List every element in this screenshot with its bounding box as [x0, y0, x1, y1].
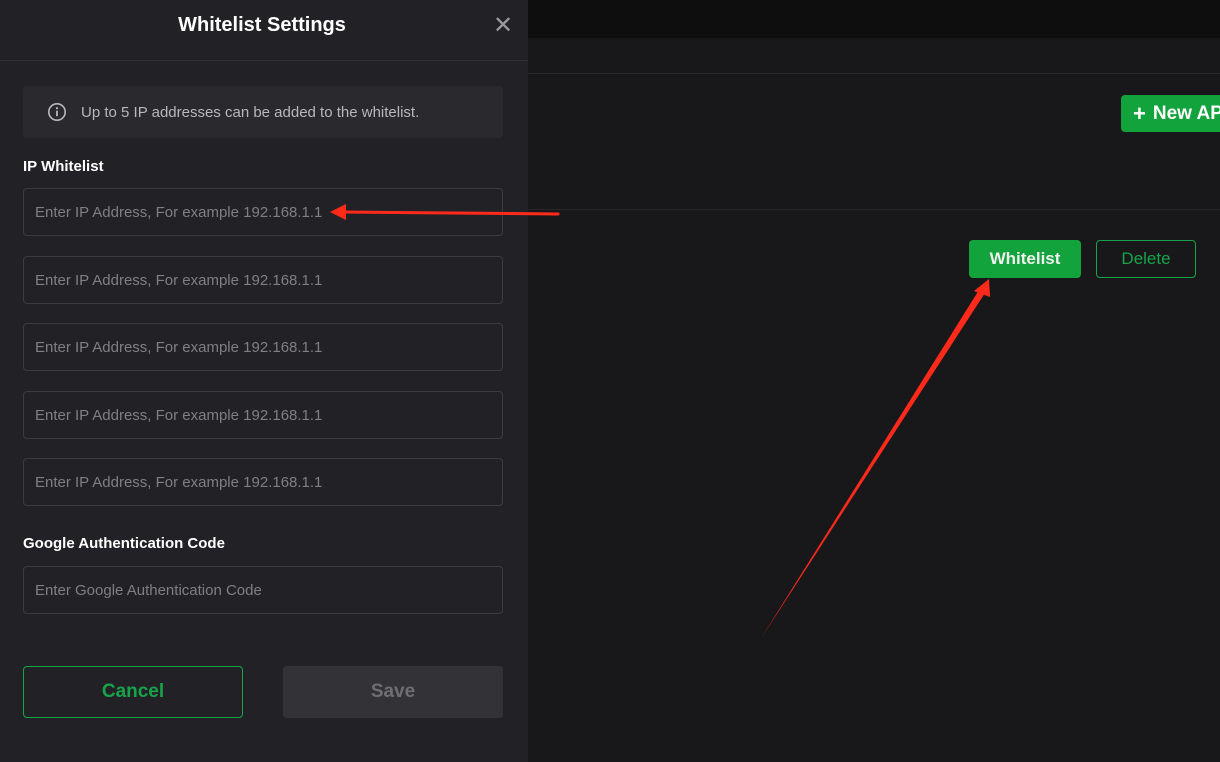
close-icon[interactable]: ✕	[492, 14, 514, 38]
divider	[528, 73, 1220, 74]
ip-address-input-5[interactable]	[23, 458, 503, 506]
divider	[528, 209, 1220, 210]
new-api-button[interactable]: + New API	[1121, 95, 1220, 132]
delete-button[interactable]: Delete	[1096, 240, 1196, 278]
save-button[interactable]: Save	[283, 666, 503, 718]
whitelist-button[interactable]: Whitelist	[969, 240, 1081, 278]
plus-icon: +	[1133, 100, 1146, 126]
ip-address-input-4[interactable]	[23, 391, 503, 439]
cancel-button[interactable]: Cancel	[23, 666, 243, 718]
modal-title: Whitelist Settings	[178, 14, 346, 36]
ip-address-input-1[interactable]	[23, 188, 503, 236]
whitelist-settings-modal: Whitelist Settings ✕ Up to 5 IP addresse…	[0, 0, 528, 762]
modal-header: Whitelist Settings ✕	[0, 0, 528, 61]
info-circle-icon	[48, 103, 66, 121]
ip-address-input-2[interactable]	[23, 256, 503, 304]
google-auth-code-input[interactable]	[23, 566, 503, 614]
ip-address-input-3[interactable]	[23, 323, 503, 371]
ip-whitelist-label: IP Whitelist	[23, 158, 104, 175]
google-auth-label: Google Authentication Code	[23, 535, 225, 552]
info-banner: Up to 5 IP addresses can be added to the…	[23, 86, 503, 138]
new-api-label: New API	[1152, 102, 1220, 124]
info-text: Up to 5 IP addresses can be added to the…	[81, 103, 420, 121]
